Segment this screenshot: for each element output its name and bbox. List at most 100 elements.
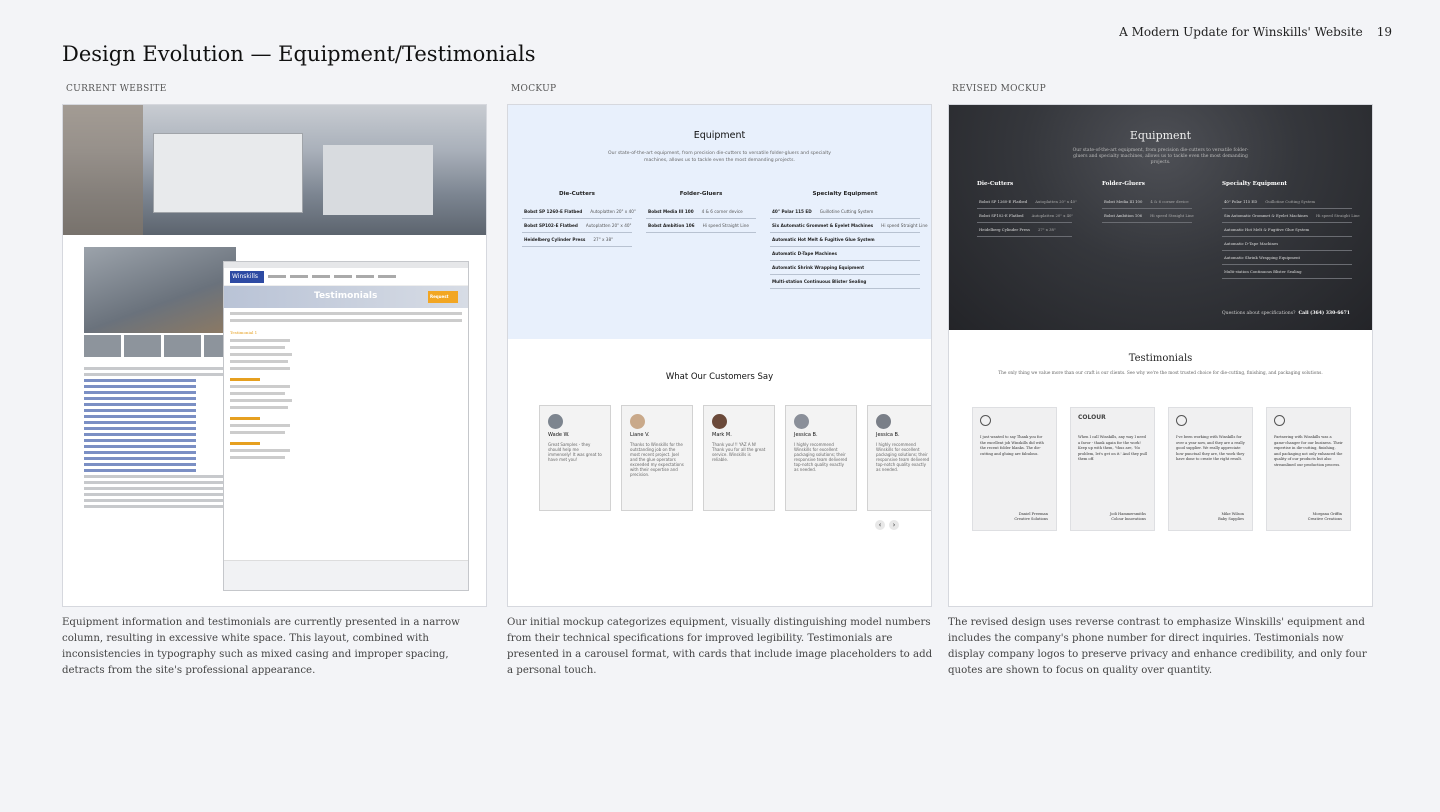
testimonial-company: Colour Innovations (1111, 517, 1146, 521)
page-number: 19 (1376, 25, 1392, 39)
site-footer (224, 560, 468, 590)
equipment-row: Bobst SP 1260-E Flatbed Autoplatten 20" x… (977, 195, 1077, 209)
factory-photo (63, 105, 486, 235)
equipment-list (84, 367, 224, 511)
avatar (630, 414, 645, 429)
equipment-row: Automatic Hot Melt & Fugitive Glue Syste… (770, 233, 920, 247)
equipment-spec: Hi speed Straight Line (702, 223, 749, 228)
equipment-section: Equipment Our state-of-the-art equipment… (508, 105, 931, 339)
testimonial-text: Thanks to Winskills for the outstanding … (630, 442, 684, 477)
testimonials-section: Testimonials The only thing we value mor… (949, 330, 1372, 606)
equipment-row: 40" Polar 115 ED Guillotine Cutting Syste… (1222, 195, 1352, 209)
gallery-image (84, 247, 236, 333)
testimonial-company: Creative Creations (1307, 517, 1342, 521)
equipment-group-heading: Folder-Gluers (1102, 181, 1145, 187)
testimonial-text: I just wanted to say Thank you for the e… (980, 435, 1044, 456)
equipment-spec: Hi speed Straight Line (1315, 213, 1360, 218)
winskills-logo: Winskills (230, 270, 264, 283)
testimonial-author-block: Daniel Freeman Creative Solutions (1014, 512, 1048, 522)
equipment-row: Multi-station Continuous Blister Sealing (1222, 265, 1352, 279)
equipment-group-heading: Die-Cutters (977, 181, 1014, 187)
equipment-spec: Autoplatten 20" x 40" (590, 209, 636, 214)
equipment-row: Automatic Shrink Wrapping Equipment (770, 261, 920, 275)
phone-number[interactable]: Call (364) 330-6671 (1298, 311, 1350, 316)
equipment-model: Heidelberg Cylinder Press (524, 237, 586, 242)
equipment-row: Automatic Shrink Wrapping Equipment (1222, 251, 1352, 265)
equipment-spec: 27" x 38" (593, 237, 614, 242)
equipment-model: Bobst Media III 100 (648, 209, 694, 214)
testimonial-card: Liane V. Thanks to Winskills for the outs… (621, 405, 693, 511)
testimonial-text: When I call Winskills, any way I need a … (1078, 435, 1147, 462)
doc-header: A Modern Update for Winskills' Website 1… (1119, 25, 1392, 39)
testimonials-title: Testimonials (1128, 353, 1193, 364)
testimonials-subtitle: The only thing we value more than our cr… (998, 371, 1323, 376)
equipment-model: Automatic Hot Melt & Fugitive Glue Syste… (772, 237, 875, 242)
testimonial-heading: Testimonial 1 (230, 330, 258, 335)
testimonials-hero: Testimonials Request (224, 286, 468, 308)
equipment-row: Six Automatic Grommet & Eyelet Machines H… (770, 219, 928, 233)
equipment-title: Equipment (693, 130, 746, 141)
equipment-spec: Hi speed Straight Line (1150, 213, 1194, 218)
revised-mockup-screenshot: Equipment Our state-of-the-art equipment… (948, 104, 1373, 607)
equipment-model: Six Automatic Grommet & Eyelet Machines (1224, 213, 1308, 218)
equipment-group: Folder-Gluers Bobst Media III 100 4 & 6 co… (1102, 181, 1194, 279)
equipment-group: Die-Cutters Bobst SP 1260-E Flatbed Autopl… (977, 181, 1077, 279)
equipment-model: Bobst Media III 100 (1104, 199, 1143, 204)
equipment-subtitle: Our state-of-the-art equipment, from pre… (607, 151, 832, 163)
page-title: Design Evolution — Equipment/Testimonial… (62, 42, 536, 66)
request-badge: Request (428, 291, 458, 303)
equipment-row: Automatic D-Tape Machines (1222, 237, 1352, 251)
testimonial-card: Jessica B. I highly recommend Winskills f… (867, 405, 931, 511)
testimonial-text: Great Samples - they should help me imme… (548, 442, 602, 462)
equipment-model: Bobst SP102-E Flatbed (524, 223, 578, 228)
equipment-model: Bobst SP 1260-E Flatbed (979, 199, 1028, 204)
company-logo (980, 415, 1049, 427)
testimonials-title: What Our Customers Say (665, 372, 774, 382)
testimonial-author-block: Jodi Hammersmiths Colour Innovations (1110, 512, 1146, 522)
equipment-model: Bobst Ambition 106 (1104, 213, 1143, 218)
testimonial-company: Creative Solutions (1014, 517, 1048, 521)
testimonial-name: Jessica B. (794, 432, 818, 438)
equipment-spec: Guillotine Cutting System (1265, 199, 1316, 204)
equipment-model: Multi-station Continuous Blister Sealing (1224, 269, 1302, 274)
equipment-model: Multi-station Continuous Blister Sealing (772, 279, 867, 284)
testimonial-text: I've been working with Winskills for ove… (1176, 435, 1245, 462)
equipment-row: Bobst SP102-E Flatbed Autoplatten 20" x 4… (522, 219, 632, 233)
equipment-group: Specialty Equipment 40" Polar 115 ED Guill… (1222, 181, 1360, 279)
caption: The revised design uses reverse contrast… (948, 617, 1367, 676)
testimonial-text: I highly recommend Winskills for excelle… (794, 442, 848, 472)
testimonial-text: Partnering with Winskills was a game-cha… (1274, 435, 1343, 467)
equipment-group-heading: Specialty Equipment (812, 191, 878, 197)
chevron-left-icon[interactable]: ‹ (875, 520, 885, 530)
equipment-row: Multi-station Continuous Blister Sealing (770, 275, 920, 289)
testimonial-card: Partnering with Winskills was a game-cha… (1266, 407, 1351, 531)
equipment-group: Specialty Equipment 40" Polar 115 ED Guill… (770, 191, 928, 289)
testimonial-card: I've been working with Winskills for ove… (1168, 407, 1253, 531)
browser-screenshot: Winskills Testimonials Request Testimoni… (223, 261, 469, 591)
equipment-spec: Autoplatten 20" x 40" (1035, 199, 1077, 204)
phone-cta: Questions about specifications? Call (36… (1221, 311, 1350, 316)
equipment-model: Automatic Shrink Wrapping Equipment (772, 265, 865, 270)
avatar (876, 414, 891, 429)
gallery-thumbnails (84, 335, 241, 357)
testimonial-company: Baby Supplies (1218, 517, 1244, 521)
testimonial-card: I just wanted to say Thank you for the e… (972, 407, 1057, 531)
equipment-model: Automatic D-Tape Machines (772, 251, 837, 256)
equipment-section-dark: Equipment Our state-of-the-art equipment… (949, 105, 1372, 330)
equipment-row: Six Automatic Grommet & Eyelet Machines H… (1222, 209, 1360, 223)
testimonial-card: Mark M. Thank you!!! YAZ A N! Thank you f… (703, 405, 775, 511)
equipment-title: Equipment (1129, 129, 1192, 142)
equipment-spec: 4 & 6 corner device (701, 209, 743, 214)
equipment-model: Bobst Ambition 106 (648, 223, 695, 228)
chevron-right-icon[interactable]: › (889, 520, 899, 530)
mockup-screenshot: Equipment Our state-of-the-art equipment… (507, 104, 932, 607)
equipment-spec: 4 & 6 corner device (1150, 199, 1189, 204)
equipment-model: Heidelberg Cylinder Press (979, 227, 1030, 232)
equipment-spec: Guillotine Cutting System (819, 209, 874, 214)
equipment-row: Automatic Hot Melt & Fugitive Glue Syste… (1222, 223, 1352, 237)
equipment-model: 40" Polar 115 ED (772, 209, 812, 214)
equipment-row: Heidelberg Cylinder Press 27" x 38" (522, 233, 632, 247)
caption: Equipment information and testimonials a… (62, 617, 460, 676)
testimonial-text: Thank you!!! YAZ A N! Thank you for all … (712, 442, 766, 462)
testimonials-section: What Our Customers Say Wade W. Great Samp… (508, 339, 931, 606)
